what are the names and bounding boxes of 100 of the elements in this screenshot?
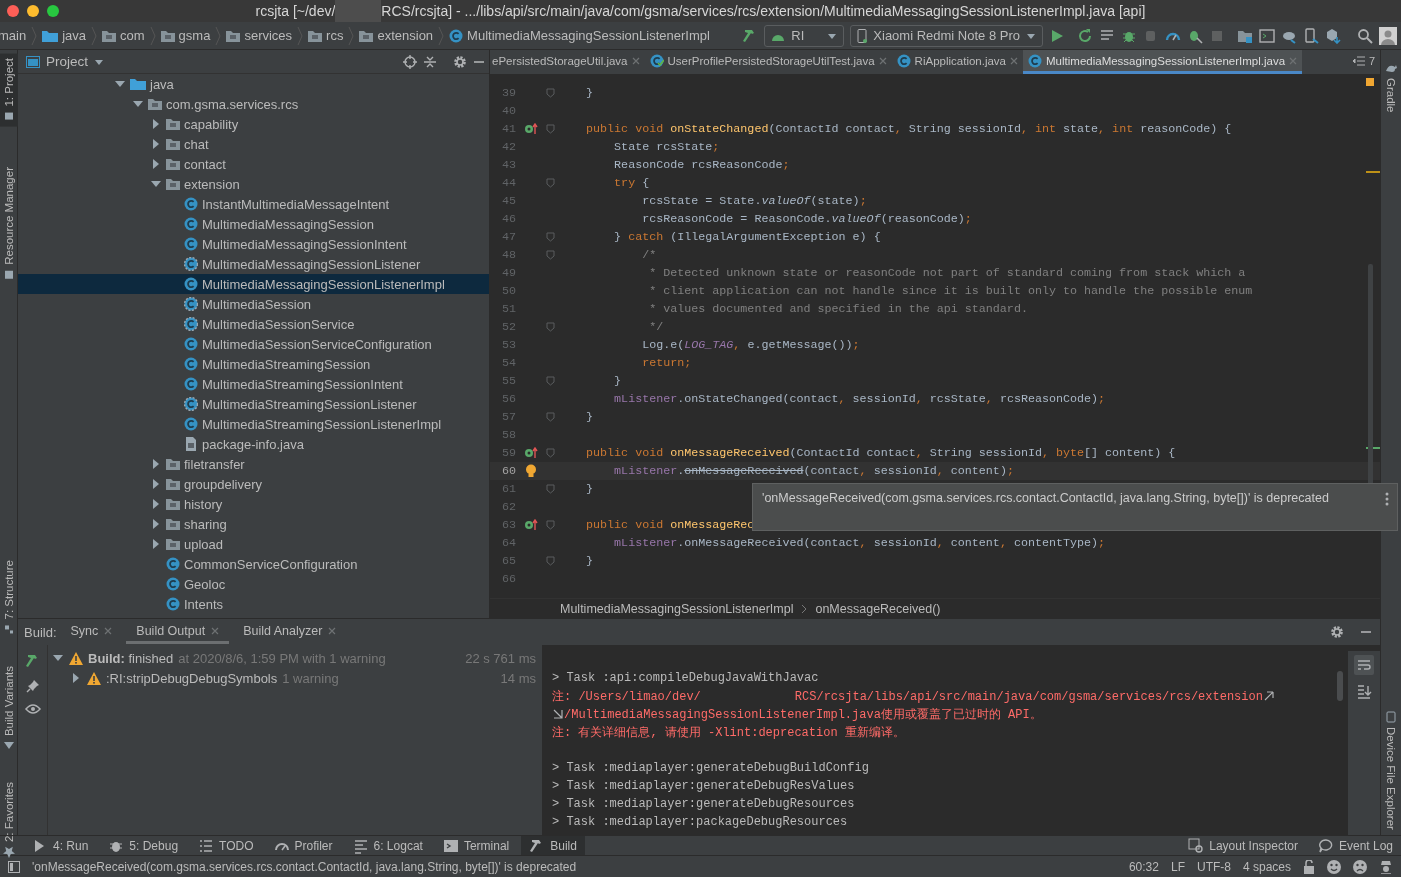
- close-window-button[interactable]: [7, 5, 19, 17]
- tree-item[interactable]: groupdelivery: [18, 474, 489, 494]
- more-options-icon[interactable]: [1385, 492, 1389, 506]
- tool-window-button[interactable]: 5: Debug: [100, 835, 187, 856]
- tool-window-button[interactable]: Terminal: [434, 835, 518, 856]
- fold-marker-icon[interactable]: [546, 232, 555, 242]
- tool-window-button[interactable]: 6: Logcat: [344, 835, 431, 856]
- avatar-icon[interactable]: [1379, 26, 1397, 45]
- breadcrumb-item[interactable]: services: [244, 28, 293, 43]
- panel-toggle-icon[interactable]: [8, 860, 20, 873]
- editor-tab[interactable]: UserProfilePersistedStorageUtilTest.java: [644, 50, 892, 74]
- tree-item[interactable]: MultimediaStreamingSession: [18, 354, 489, 374]
- caret-position[interactable]: 60:32: [1128, 859, 1159, 874]
- build-task-label[interactable]: :RI:stripDebugDebugSymbols: [106, 670, 278, 686]
- tree-item[interactable]: MultimediaSessionServiceConfiguration: [18, 334, 489, 354]
- eye-icon[interactable]: [24, 703, 41, 717]
- panel-tab[interactable]: Sync: [60, 620, 123, 644]
- light-bulb-icon[interactable]: [525, 464, 537, 478]
- editor-tab[interactable]: MultimediaMessagingSessionListenerImpl.java: [1023, 50, 1303, 74]
- project-view-dropdown[interactable]: Project: [46, 54, 89, 69]
- tree-item[interactable]: MultimediaMessagingSession: [18, 214, 489, 234]
- settings-icon[interactable]: [453, 54, 467, 69]
- breadcrumb-item[interactable]: onMessageReceived(): [815, 601, 941, 616]
- tree-item[interactable]: contact: [18, 154, 489, 174]
- device-dropdown[interactable]: Xiaomi Redmi Note 8 Pro: [850, 24, 1043, 47]
- tool-window-tab[interactable]: 2: Favorites: [0, 777, 18, 863]
- fold-marker-icon[interactable]: [546, 124, 555, 134]
- tree-item[interactable]: MultimediaStreamingSessionIntent: [18, 374, 489, 394]
- breadcrumb-item[interactable]: com: [120, 28, 145, 43]
- editor-tab[interactable]: ePersistedStorageUtil.java: [490, 50, 645, 74]
- run-configuration-dropdown[interactable]: RI: [764, 24, 845, 47]
- breadcrumb-item[interactable]: gsma: [178, 28, 211, 43]
- fold-marker-icon[interactable]: [546, 88, 555, 98]
- breadcrumb-item[interactable]: java: [62, 28, 87, 43]
- tree-item[interactable]: Intents: [18, 594, 489, 614]
- tree-item[interactable]: MultimediaSessionService: [18, 314, 489, 334]
- close-icon[interactable]: [1010, 56, 1019, 65]
- collapse-all-icon[interactable]: [423, 54, 437, 69]
- tree-item[interactable]: Geoloc: [18, 574, 489, 594]
- tool-window-tab[interactable]: Resource Manager: [0, 162, 18, 285]
- rerun-icon[interactable]: [1077, 27, 1093, 44]
- close-icon[interactable]: [211, 626, 220, 635]
- breadcrumb-item[interactable]: MultimediaMessagingSessionListenerImpl: [560, 601, 794, 616]
- breadcrumb-item[interactable]: MultimediaMessagingSessionListenerImpl: [467, 28, 710, 43]
- close-icon[interactable]: [631, 56, 640, 65]
- tree-item[interactable]: chat: [18, 134, 489, 154]
- tree-item[interactable]: capability: [18, 114, 489, 134]
- breadcrumb-item[interactable]: extension: [377, 28, 434, 43]
- tool-window-button[interactable]: TODO: [190, 835, 262, 856]
- panel-tab[interactable]: Build Analyzer: [233, 620, 347, 644]
- device-icon[interactable]: [1303, 27, 1319, 44]
- tree-item[interactable]: MultimediaSession: [18, 294, 489, 314]
- tree-item[interactable]: MultimediaStreamingSessionListenerImpl: [18, 414, 489, 434]
- close-icon[interactable]: [328, 626, 337, 635]
- fold-marker-icon[interactable]: [546, 376, 555, 386]
- tool-window-tab[interactable]: Device File Explorer: [1380, 706, 1401, 834]
- tree-item[interactable]: package-info.java: [18, 434, 489, 454]
- tree-item[interactable]: CommonServiceConfiguration: [18, 554, 489, 574]
- fold-marker-icon[interactable]: [546, 556, 555, 566]
- minimize-window-button[interactable]: [27, 5, 39, 17]
- close-icon[interactable]: [878, 56, 887, 65]
- fold-marker-icon[interactable]: [546, 322, 555, 332]
- target-icon[interactable]: [403, 54, 417, 69]
- tool-window-tab[interactable]: Gradle: [1380, 58, 1401, 117]
- scroll-to-end-icon[interactable]: [1356, 683, 1372, 699]
- run-icon[interactable]: [1049, 27, 1065, 44]
- editor-tab[interactable]: RiApplication.java: [891, 50, 1024, 74]
- fold-marker-icon[interactable]: [546, 178, 555, 188]
- tree-item[interactable]: filetransfer: [18, 454, 489, 474]
- tool-window-button[interactable]: Profiler: [265, 835, 341, 856]
- lock-icon[interactable]: [1303, 859, 1315, 874]
- tool-window-button[interactable]: Build: [521, 835, 585, 856]
- tree-item[interactable]: upload: [18, 534, 489, 554]
- search-icon[interactable]: [1357, 27, 1373, 44]
- tool-window-button[interactable]: Layout Inspector: [1180, 835, 1306, 856]
- soft-wrap-toggle-icon[interactable]: [1354, 655, 1374, 675]
- file-encoding[interactable]: UTF-8: [1196, 859, 1231, 874]
- breadcrumb-item[interactable]: rcs: [326, 28, 344, 43]
- fold-marker-icon[interactable]: [546, 250, 555, 260]
- build-task-label[interactable]: Build: finished: [88, 650, 174, 666]
- tree-item[interactable]: java: [18, 74, 489, 94]
- tree-item[interactable]: com.gsma.services.rcs: [18, 94, 489, 114]
- tree-item[interactable]: sharing: [18, 514, 489, 534]
- fold-marker-icon[interactable]: [546, 448, 555, 458]
- pin-icon[interactable]: [25, 679, 40, 693]
- tree-item[interactable]: extension: [18, 174, 489, 194]
- line-separator[interactable]: LF: [1170, 859, 1185, 874]
- tool-window-tab[interactable]: 7: Structure: [0, 556, 18, 640]
- close-icon[interactable]: [104, 626, 113, 635]
- zoom-window-button[interactable]: [47, 5, 59, 17]
- tree-item[interactable]: MultimediaMessagingSessionListenerImpl: [18, 274, 489, 294]
- fold-marker-icon[interactable]: [546, 484, 555, 494]
- tree-item[interactable]: history: [18, 494, 489, 514]
- tree-item[interactable]: MultimediaStreamingSessionListener: [18, 394, 489, 414]
- tool-window-tab[interactable]: 1: Project: [0, 54, 18, 127]
- tool-window-tab[interactable]: Build Variants: [0, 661, 18, 756]
- tab-overflow-menu[interactable]: 7: [1347, 50, 1380, 74]
- panel-tab[interactable]: Build Output: [126, 620, 230, 644]
- tree-item[interactable]: MultimediaMessagingSessionIntent: [18, 234, 489, 254]
- fold-marker-icon[interactable]: [546, 520, 555, 530]
